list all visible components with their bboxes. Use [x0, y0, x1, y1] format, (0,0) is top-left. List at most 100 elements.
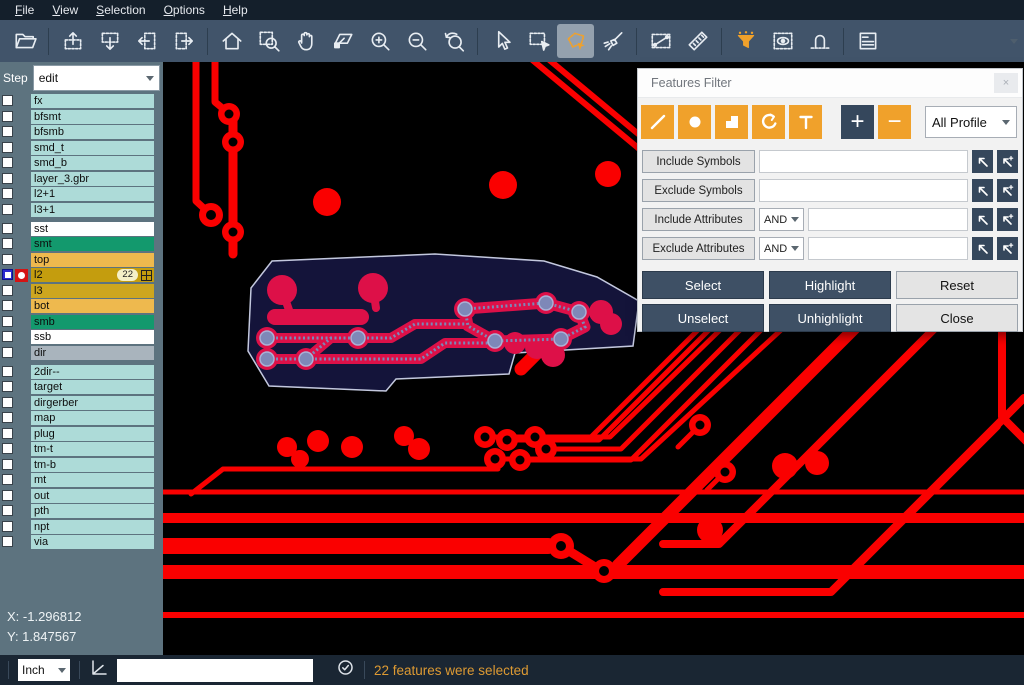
layer-name[interactable]: l2 22: [31, 268, 154, 282]
layer-row[interactable]: tm-t: [0, 442, 163, 456]
filter-pad-button[interactable]: [678, 105, 711, 139]
layer-visibility-checkbox[interactable]: [2, 300, 13, 311]
layer-row[interactable]: via: [0, 535, 163, 549]
include-symbols-button[interactable]: Include Symbols: [642, 150, 755, 173]
layer-row[interactable]: bfsmt: [0, 110, 163, 124]
layer-name[interactable]: smd_t: [31, 141, 154, 155]
layer-name[interactable]: ssb: [31, 330, 154, 344]
layer-row[interactable]: l2+1: [0, 187, 163, 201]
polygon-select-button[interactable]: [557, 24, 594, 58]
layer-name[interactable]: dirgerber: [31, 396, 154, 410]
filter-remove-button[interactable]: −: [878, 105, 911, 139]
layer-visibility-checkbox[interactable]: [2, 238, 13, 249]
layer-name[interactable]: target: [31, 380, 154, 394]
layer-row[interactable]: fx: [0, 94, 163, 108]
layer-visibility-checkbox[interactable]: [2, 269, 13, 280]
layer-name[interactable]: smb: [31, 315, 154, 329]
layer-name[interactable]: l3+1: [31, 203, 154, 217]
layer-row[interactable]: top: [0, 253, 163, 267]
layer-visibility-checkbox[interactable]: [2, 412, 13, 423]
layer-row[interactable]: ssb: [0, 330, 163, 344]
layer-visibility-checkbox[interactable]: [2, 443, 13, 454]
pick-add-attribute-button[interactable]: [997, 237, 1018, 260]
layer-name[interactable]: plug: [31, 427, 154, 441]
layer-visibility-checkbox[interactable]: [2, 331, 13, 342]
exclude-symbols-button[interactable]: Exclude Symbols: [642, 179, 755, 202]
features-filter-button[interactable]: [727, 24, 764, 58]
reset-button[interactable]: Reset: [896, 271, 1018, 299]
layer-name[interactable]: npt: [31, 520, 154, 534]
layer-row[interactable]: smd_b: [0, 156, 163, 170]
layer-row[interactable]: l3: [0, 284, 163, 298]
include-attributes-input[interactable]: [808, 208, 968, 231]
layer-visibility-checkbox[interactable]: [2, 126, 13, 137]
layer-row[interactable]: dirgerber: [0, 396, 163, 410]
layer-row[interactable]: 2dir--: [0, 365, 163, 379]
exclude-attributes-input[interactable]: [808, 237, 968, 260]
layers-form-button[interactable]: [849, 24, 886, 58]
exclude-attributes-button[interactable]: Exclude Attributes: [642, 237, 755, 260]
layer-visibility-checkbox[interactable]: [2, 316, 13, 327]
pan-down-button[interactable]: [91, 24, 128, 58]
layer-name[interactable]: smt: [31, 237, 154, 251]
filter-text-button[interactable]: [789, 105, 822, 139]
snap-mode-button[interactable]: [801, 24, 838, 58]
layer-name[interactable]: pth: [31, 504, 154, 518]
layer-name[interactable]: fx: [31, 94, 154, 108]
layer-row[interactable]: smt: [0, 237, 163, 251]
pan-right-button[interactable]: [165, 24, 202, 58]
layer-row[interactable]: l2 22: [0, 268, 163, 282]
include-attributes-button[interactable]: Include Attributes: [642, 208, 755, 231]
filter-add-button[interactable]: +: [841, 105, 874, 139]
layer-visibility-checkbox[interactable]: [2, 505, 13, 516]
exclude-symbols-input[interactable]: [759, 179, 968, 202]
layer-row[interactable]: smd_t: [0, 141, 163, 155]
include-attributes-operator[interactable]: AND: [759, 208, 804, 231]
layer-name[interactable]: sst: [31, 222, 154, 236]
selection-region[interactable]: [248, 254, 639, 391]
layer-visibility-checkbox[interactable]: [2, 474, 13, 485]
select-button[interactable]: Select: [642, 271, 764, 299]
layer-row[interactable]: layer_3.gbr: [0, 172, 163, 186]
layer-visibility-checkbox[interactable]: [2, 95, 13, 106]
pick-add-attribute-button[interactable]: [997, 208, 1018, 231]
layer-name[interactable]: top: [31, 253, 154, 267]
layer-visibility-checkbox[interactable]: [2, 223, 13, 234]
close-button[interactable]: Close: [896, 304, 1018, 332]
layer-visibility-checkbox[interactable]: [2, 381, 13, 392]
layer-visibility-checkbox[interactable]: [2, 285, 13, 296]
layer-name[interactable]: bfsmt: [31, 110, 154, 124]
layer-row[interactable]: mt: [0, 473, 163, 487]
menu-selection[interactable]: Selection: [87, 1, 154, 19]
layer-name[interactable]: smd_b: [31, 156, 154, 170]
pick-attribute-button[interactable]: [972, 237, 993, 260]
layer-row[interactable]: dir: [0, 346, 163, 360]
layer-visibility-checkbox[interactable]: [2, 521, 13, 532]
unselect-button[interactable]: Unselect: [642, 304, 764, 332]
layer-row[interactable]: sst: [0, 222, 163, 236]
layer-row[interactable]: bfsmb: [0, 125, 163, 139]
layer-name[interactable]: tm-t: [31, 442, 154, 456]
layer-row[interactable]: plug: [0, 427, 163, 441]
menu-file[interactable]: File: [6, 1, 43, 19]
layer-visibility-checkbox[interactable]: [2, 188, 13, 199]
layer-visibility-checkbox[interactable]: [2, 459, 13, 470]
dialog-close-button[interactable]: ×: [994, 73, 1018, 93]
layer-visibility-checkbox[interactable]: [2, 157, 13, 168]
layer-visibility-checkbox[interactable]: [2, 347, 13, 358]
zoom-in-button[interactable]: [361, 24, 398, 58]
layer-name[interactable]: l3: [31, 284, 154, 298]
filter-arc-button[interactable]: [752, 105, 785, 139]
pick-add-symbol-button[interactable]: [997, 150, 1018, 173]
layer-visibility-checkbox[interactable]: [2, 366, 13, 377]
home-view-button[interactable]: [213, 24, 250, 58]
layer-row[interactable]: npt: [0, 520, 163, 534]
angle-corner-button[interactable]: [89, 658, 108, 682]
layer-name[interactable]: out: [31, 489, 154, 503]
layer-name[interactable]: l2+1: [31, 187, 154, 201]
layer-name[interactable]: layer_3.gbr: [31, 172, 154, 186]
layer-visibility-checkbox[interactable]: [2, 428, 13, 439]
command-input[interactable]: [117, 659, 313, 682]
clean-brush-button[interactable]: [594, 24, 631, 58]
layer-visibility-checkbox[interactable]: [2, 490, 13, 501]
